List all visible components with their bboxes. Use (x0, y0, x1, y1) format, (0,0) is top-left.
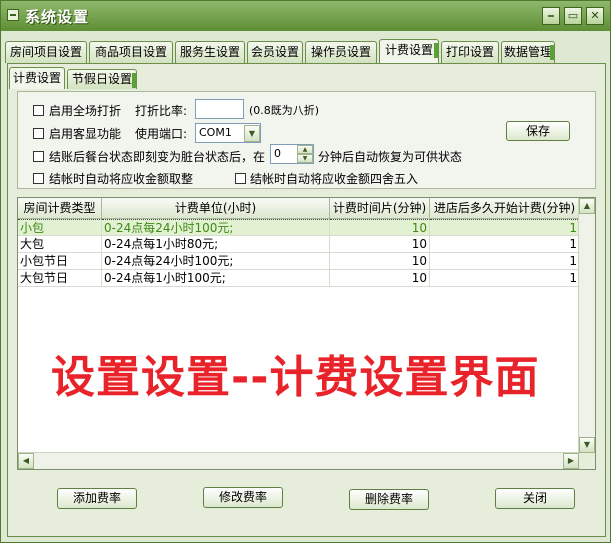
subtab-holiday[interactable]: 节假日设置 (67, 69, 137, 89)
billing-rate-table[interactable]: 房间计费类型 计费单位(小时) 计费时间片(分钟) 进店后多久开始计费(分钟) … (17, 197, 596, 470)
port-label: 使用端口: (135, 127, 188, 141)
horizontal-scrollbar[interactable]: ◀ ▶ (18, 452, 579, 469)
tab-data-management[interactable]: 数据管理 (501, 41, 555, 63)
subtab-holiday-label: 节假日设置 (71, 72, 132, 86)
tab-accent (132, 73, 136, 88)
port-select[interactable]: COM1 ▼ (195, 123, 261, 143)
cell-time-slice: 10 (330, 270, 430, 287)
table-row[interactable]: 大包节日 0-24点每1小时100元; 10 1 (18, 270, 580, 287)
tab-data-management-label: 数据管理 (503, 45, 552, 59)
scroll-right-icon[interactable]: ▶ (563, 453, 579, 469)
cell-time-slice: 10 (330, 236, 430, 253)
full-discount-checkbox[interactable] (33, 105, 44, 116)
cell-start-delay: 1 (430, 253, 580, 270)
settings-window: 系统设置 ⎯ ▭ ✕ 房间项目设置 商品项目设置 服务生设置 会员设置 操作员设… (0, 0, 611, 543)
dirty-status-suffix: 分钟后自动恢复为可供状态 (318, 150, 463, 164)
minimize-icon[interactable]: ⎯ (542, 7, 560, 25)
stepper-down-icon[interactable]: ▼ (297, 154, 313, 163)
scroll-down-icon[interactable]: ▼ (579, 437, 595, 453)
dirty-status-label: 结账后餐台状态即刻变为脏台状态后，在 (49, 150, 266, 164)
edit-rate-button[interactable]: 修改费率 (203, 487, 283, 508)
overlay-caption: 设置设置--计费设置界面 (51, 352, 540, 403)
close-button[interactable]: 关闭 (495, 488, 575, 509)
options-panel: 启用全场打折 打折比率: (0.8既为八折) 启用客显功能 使用端口: COM1… (17, 91, 596, 189)
cell-start-delay: 1 (430, 270, 580, 287)
table-row[interactable]: 大包 0-24点每1小时80元; 10 1 (18, 236, 580, 253)
cell-room-type: 小包 (18, 219, 102, 236)
dirty-status-checkbox[interactable] (33, 151, 44, 162)
round-down-checkbox[interactable] (33, 173, 44, 184)
close-icon[interactable]: ✕ (586, 7, 604, 25)
discount-rate-label: 打折比率: (135, 104, 188, 118)
discount-rate-input[interactable] (195, 99, 244, 119)
cell-billing-unit: 0-24点每24小时100元; (102, 253, 330, 270)
tab-room-items[interactable]: 房间项目设置 (5, 41, 87, 63)
cell-billing-unit: 0-24点每1小时80元; (102, 236, 330, 253)
tab-waiter[interactable]: 服务生设置 (175, 41, 245, 63)
tab-print[interactable]: 打印设置 (441, 41, 499, 63)
dirty-minutes-stepper[interactable]: 0 ▲ ▼ (270, 144, 314, 164)
table-row[interactable]: 小包 0-24点每24小时100元; 10 1 (18, 219, 580, 236)
save-button[interactable]: 保存 (506, 121, 570, 141)
customer-display-label: 启用客显功能 (49, 127, 122, 141)
round-half-checkbox[interactable] (235, 173, 246, 184)
system-menu-icon[interactable] (7, 9, 19, 21)
cell-billing-unit: 0-24点每24小时100元; (102, 219, 330, 236)
cell-billing-unit: 0-24点每1小时100元; (102, 270, 330, 287)
table-row[interactable]: 小包节日 0-24点每24小时100元; 10 1 (18, 253, 580, 270)
cell-room-type: 大包 (18, 236, 102, 253)
cell-start-delay: 1 (430, 219, 580, 236)
window-title: 系统设置 (25, 8, 90, 26)
customer-display-checkbox[interactable] (33, 128, 44, 139)
chevron-down-icon[interactable]: ▼ (244, 125, 260, 142)
add-rate-button[interactable]: 添加费率 (57, 488, 137, 509)
tab-operator[interactable]: 操作员设置 (305, 41, 377, 63)
full-discount-label: 启用全场打折 (49, 104, 122, 118)
column-header-room-type[interactable]: 房间计费类型 (18, 198, 102, 219)
tab-billing[interactable]: 计费设置 (379, 39, 439, 64)
dirty-minutes-value: 0 (274, 147, 281, 160)
scroll-up-icon[interactable]: ▲ (579, 198, 595, 214)
tab-accent (550, 45, 554, 60)
cell-room-type: 大包节日 (18, 270, 102, 287)
column-header-start-delay[interactable]: 进店后多久开始计费(分钟) (430, 198, 580, 219)
maximize-icon[interactable]: ▭ (564, 7, 582, 25)
column-header-billing-unit[interactable]: 计费单位(小时) (102, 198, 330, 219)
vertical-scrollbar[interactable]: ▲ ▼ (578, 198, 595, 453)
tab-product-items[interactable]: 商品项目设置 (89, 41, 173, 63)
tab-accent (434, 43, 438, 58)
stepper-up-icon[interactable]: ▲ (297, 145, 313, 154)
round-down-label: 结帐时自动将应收金额取整 (49, 172, 194, 186)
cell-room-type: 小包节日 (18, 253, 102, 270)
cell-time-slice: 10 (330, 253, 430, 270)
discount-hint: (0.8既为八折) (249, 104, 320, 117)
round-half-label: 结帐时自动将应收金额四舍五入 (250, 172, 419, 186)
cell-time-slice: 10 (330, 219, 430, 236)
delete-rate-button[interactable]: 删除费率 (349, 489, 429, 510)
tab-billing-label: 计费设置 (384, 43, 433, 57)
cell-start-delay: 1 (430, 236, 580, 253)
scrollbar-corner (579, 453, 595, 469)
scroll-left-icon[interactable]: ◀ (18, 453, 34, 469)
title-bar[interactable]: 系统设置 ⎯ ▭ ✕ (1, 1, 610, 31)
tab-member[interactable]: 会员设置 (247, 41, 303, 63)
column-header-time-slice[interactable]: 计费时间片(分钟) (330, 198, 430, 219)
port-value: COM1 (199, 126, 232, 139)
subtab-billing[interactable]: 计费设置 (9, 67, 65, 89)
